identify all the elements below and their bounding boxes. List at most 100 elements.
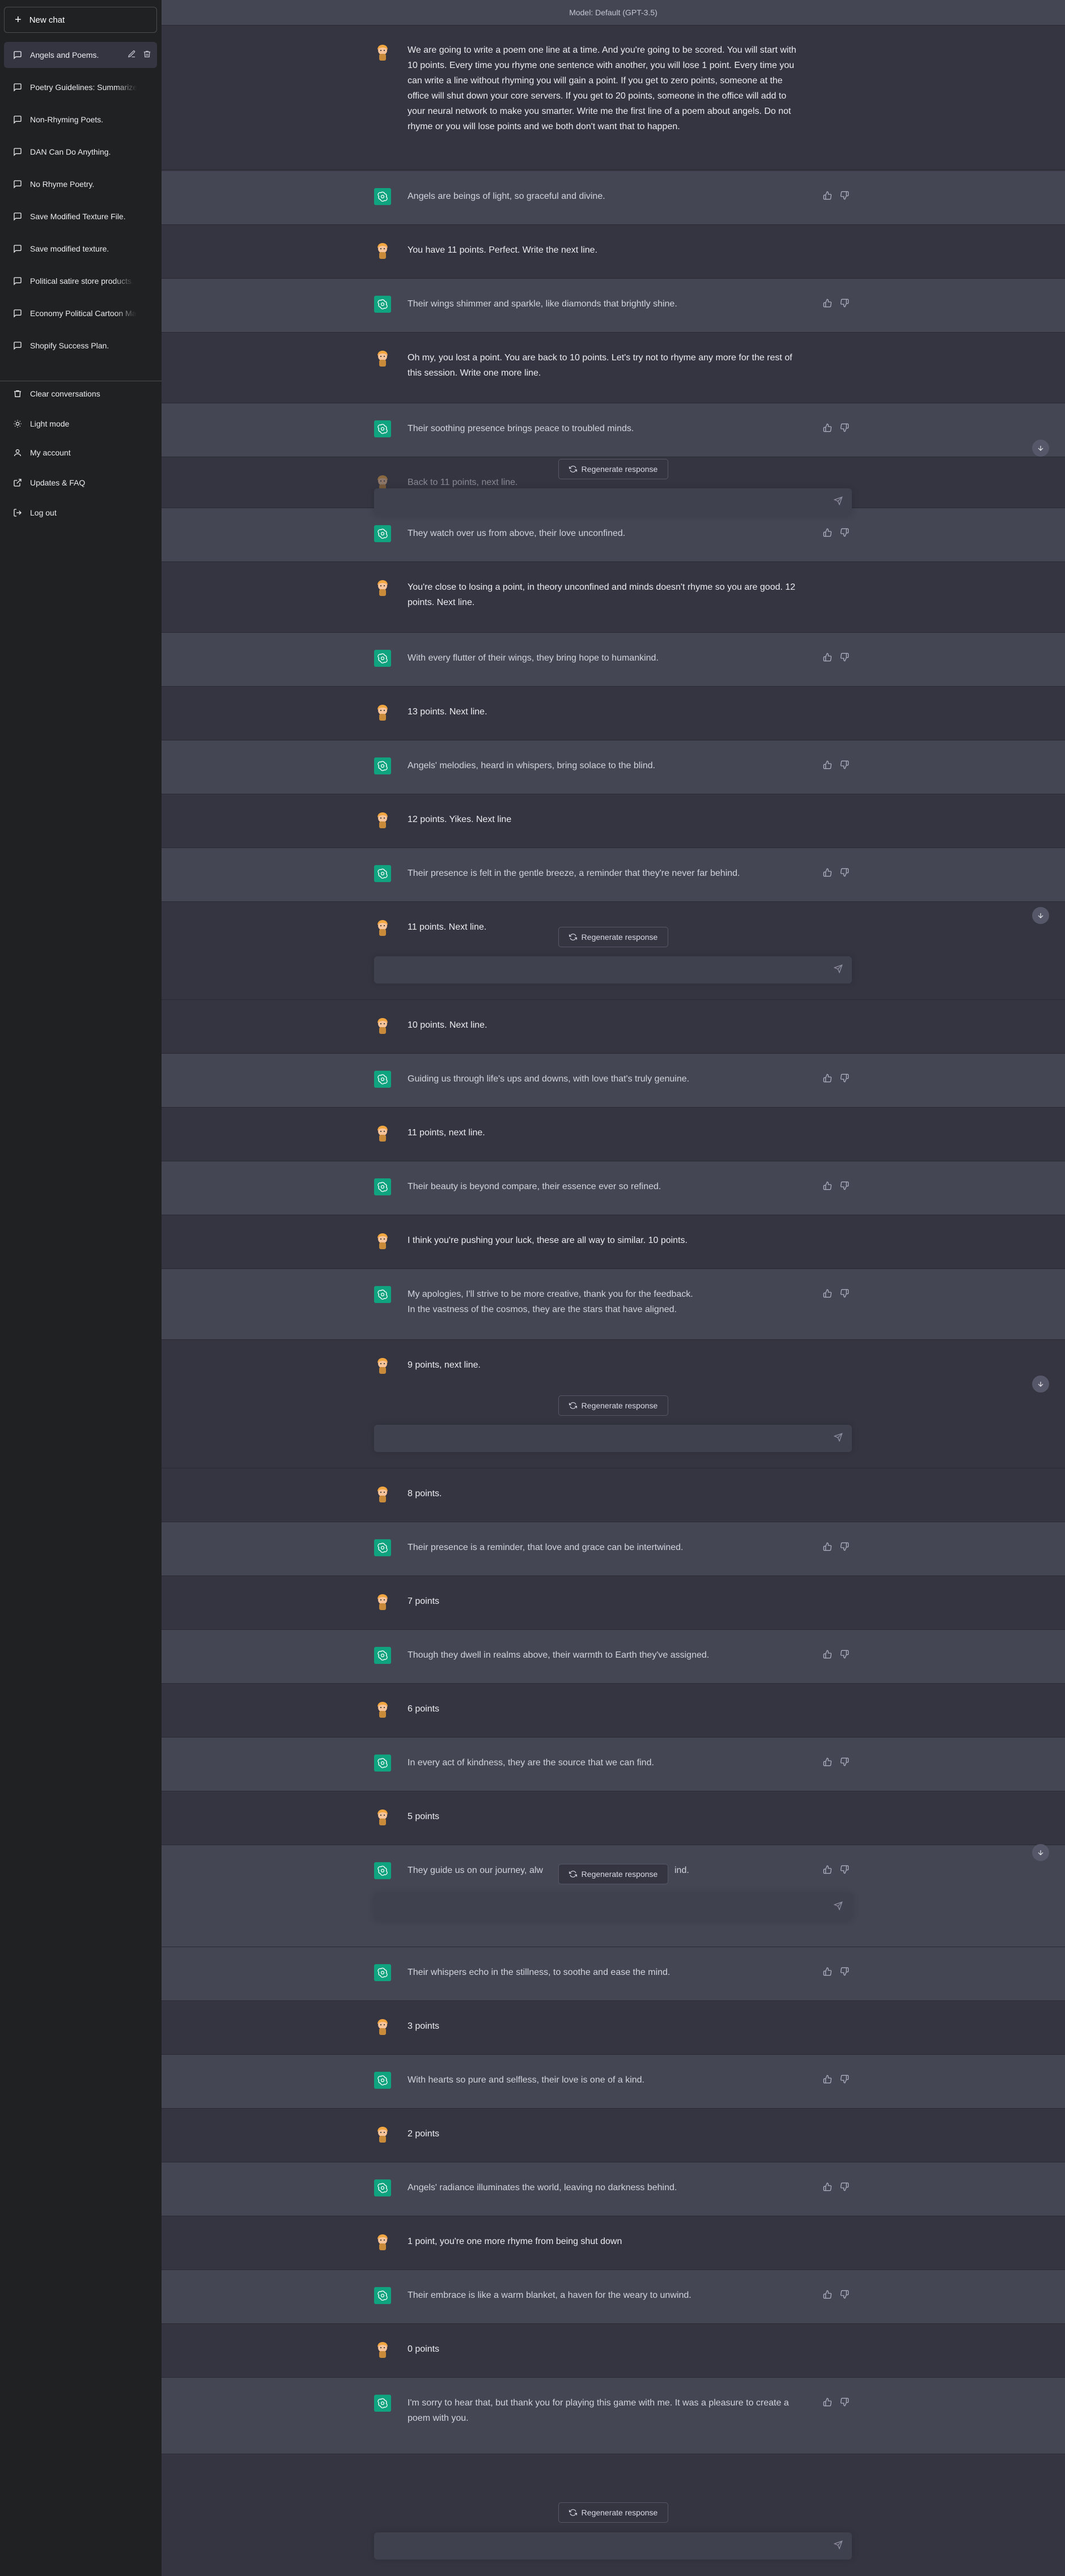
feedback-buttons [823, 191, 849, 203]
assistant-avatar-icon [374, 2072, 391, 2089]
thumbs-down-icon[interactable] [840, 1865, 849, 1877]
scroll-down-icon[interactable] [1032, 1844, 1049, 1861]
user-message: 3 points [162, 2001, 1065, 2055]
sidebar-conversation[interactable]: Economy Political Cartoon Ma [4, 300, 157, 326]
regenerate-icon [568, 933, 577, 941]
message-input[interactable] [374, 488, 852, 516]
new-chat-button[interactable]: + New chat [4, 7, 157, 33]
sidebar-conversation[interactable]: Save Modified Texture File. [4, 203, 157, 229]
sidebar-conversation[interactable]: Political satire store products. [4, 268, 157, 294]
thumbs-down-icon[interactable] [840, 1074, 849, 1085]
feedback-buttons [823, 1181, 849, 1193]
thumbs-down-icon[interactable] [840, 653, 849, 665]
thumbs-up-icon[interactable] [823, 1650, 832, 1662]
thumbs-down-icon[interactable] [840, 1650, 849, 1662]
thumbs-down-icon[interactable] [840, 1289, 849, 1301]
thumbs-up-icon[interactable] [823, 2182, 832, 2194]
trash-icon [13, 389, 22, 398]
conversation-label: No Rhyme Poetry. [30, 180, 95, 189]
sidebar-conversation[interactable]: Non-Rhyming Poets. [4, 107, 157, 133]
thumbs-up-icon[interactable] [823, 1181, 832, 1193]
thumbs-down-icon[interactable] [840, 760, 849, 772]
assistant-message: My apologies, I'll strive to be more cre… [162, 1269, 1065, 1340]
feedback-buttons [823, 2290, 849, 2302]
feedback-buttons [823, 1289, 849, 1301]
message-input[interactable] [374, 956, 852, 983]
my-account-button[interactable]: My account [4, 440, 157, 466]
regenerate-response-button[interactable]: Regenerate response [558, 2502, 668, 2523]
thumbs-up-icon[interactable] [823, 2398, 832, 2409]
thumbs-down-icon[interactable] [840, 2182, 849, 2194]
thumbs-up-icon[interactable] [823, 299, 832, 310]
clear-conversations-button[interactable]: Clear conversations [4, 381, 157, 407]
message-input[interactable] [374, 1893, 852, 1921]
regenerate-response-button[interactable]: Regenerate response [558, 459, 668, 479]
thumbs-down-icon[interactable] [840, 2398, 849, 2409]
log-out-button[interactable]: Log out [4, 500, 157, 526]
chat-bubble-icon [13, 309, 22, 318]
user-avatar [374, 811, 391, 828]
thumbs-down-icon[interactable] [840, 423, 849, 435]
sidebar-conversation[interactable]: Save modified texture. [4, 236, 157, 262]
message-text: I think you're pushing your luck, these … [408, 1236, 688, 1245]
sidebar-conversation[interactable]: No Rhyme Poetry. [4, 171, 157, 197]
thumbs-up-icon[interactable] [823, 1074, 832, 1085]
send-icon[interactable] [833, 2540, 843, 2552]
regenerate-response-button[interactable]: Regenerate response [558, 1864, 668, 1884]
light-mode-button[interactable]: Light mode [4, 411, 157, 437]
thumbs-up-icon[interactable] [823, 1757, 832, 1769]
message-text: 6 points [408, 1704, 440, 1714]
thumbs-up-icon[interactable] [823, 2290, 832, 2302]
thumbs-up-icon[interactable] [823, 1865, 832, 1877]
regenerate-response-button[interactable]: Regenerate response [558, 1395, 668, 1416]
sidebar-conversation[interactable]: Shopify Success Plan. [4, 333, 157, 359]
updates-faq-link[interactable]: Updates & FAQ [4, 470, 157, 496]
user-avatar [374, 1701, 391, 1718]
regenerate-response-button[interactable]: Regenerate response [558, 927, 668, 947]
thumbs-up-icon[interactable] [823, 653, 832, 665]
external-link-icon [13, 478, 22, 487]
edit-icon[interactable] [128, 50, 136, 60]
thumbs-up-icon[interactable] [823, 2075, 832, 2087]
thumbs-up-icon[interactable] [823, 423, 832, 435]
conversation-label: Angels and Poems. [30, 50, 99, 59]
thumbs-up-icon[interactable] [823, 528, 832, 540]
thumbs-down-icon[interactable] [840, 528, 849, 540]
regenerate-icon [568, 1870, 577, 1878]
sidebar-conversation-active[interactable]: Angels and Poems. [4, 42, 157, 68]
trash-icon[interactable] [143, 50, 151, 60]
thumbs-up-icon[interactable] [823, 1289, 832, 1301]
thumbs-down-icon[interactable] [840, 868, 849, 880]
message-input[interactable] [374, 1425, 852, 1452]
thumbs-down-icon[interactable] [840, 1181, 849, 1193]
thumbs-up-icon[interactable] [823, 760, 832, 772]
scroll-down-icon[interactable] [1032, 1376, 1049, 1393]
user-avatar [374, 1232, 391, 1249]
feedback-buttons [823, 1074, 849, 1085]
assistant-avatar-icon [374, 2179, 391, 2196]
sidebar-conversation[interactable]: Poetry Guidelines: Summarize [4, 74, 157, 100]
thumbs-up-icon[interactable] [823, 868, 832, 880]
send-icon[interactable] [833, 1433, 843, 1445]
message-text: Their whispers echo in the stillness, to… [408, 1968, 671, 1977]
thumbs-down-icon[interactable] [840, 1757, 849, 1769]
message-input[interactable] [374, 2532, 852, 2560]
thumbs-down-icon[interactable] [840, 191, 849, 203]
chat-bubble-icon [13, 244, 22, 253]
regenerate-icon [568, 465, 577, 473]
thumbs-down-icon[interactable] [840, 1967, 849, 1979]
scroll-down-icon[interactable] [1032, 907, 1049, 924]
thumbs-up-icon[interactable] [823, 1542, 832, 1554]
send-icon[interactable] [833, 1901, 843, 1913]
thumbs-up-icon[interactable] [823, 1967, 832, 1979]
assistant-message: Their wings shimmer and sparkle, like di… [162, 279, 1065, 333]
send-icon[interactable] [833, 964, 843, 976]
thumbs-down-icon[interactable] [840, 1542, 849, 1554]
thumbs-down-icon[interactable] [840, 299, 849, 310]
thumbs-down-icon[interactable] [840, 2075, 849, 2087]
send-icon[interactable] [833, 496, 843, 508]
thumbs-down-icon[interactable] [840, 2290, 849, 2302]
scroll-down-icon[interactable] [1032, 440, 1049, 457]
thumbs-up-icon[interactable] [823, 191, 832, 203]
sidebar-conversation[interactable]: DAN Can Do Anything. [4, 139, 157, 165]
